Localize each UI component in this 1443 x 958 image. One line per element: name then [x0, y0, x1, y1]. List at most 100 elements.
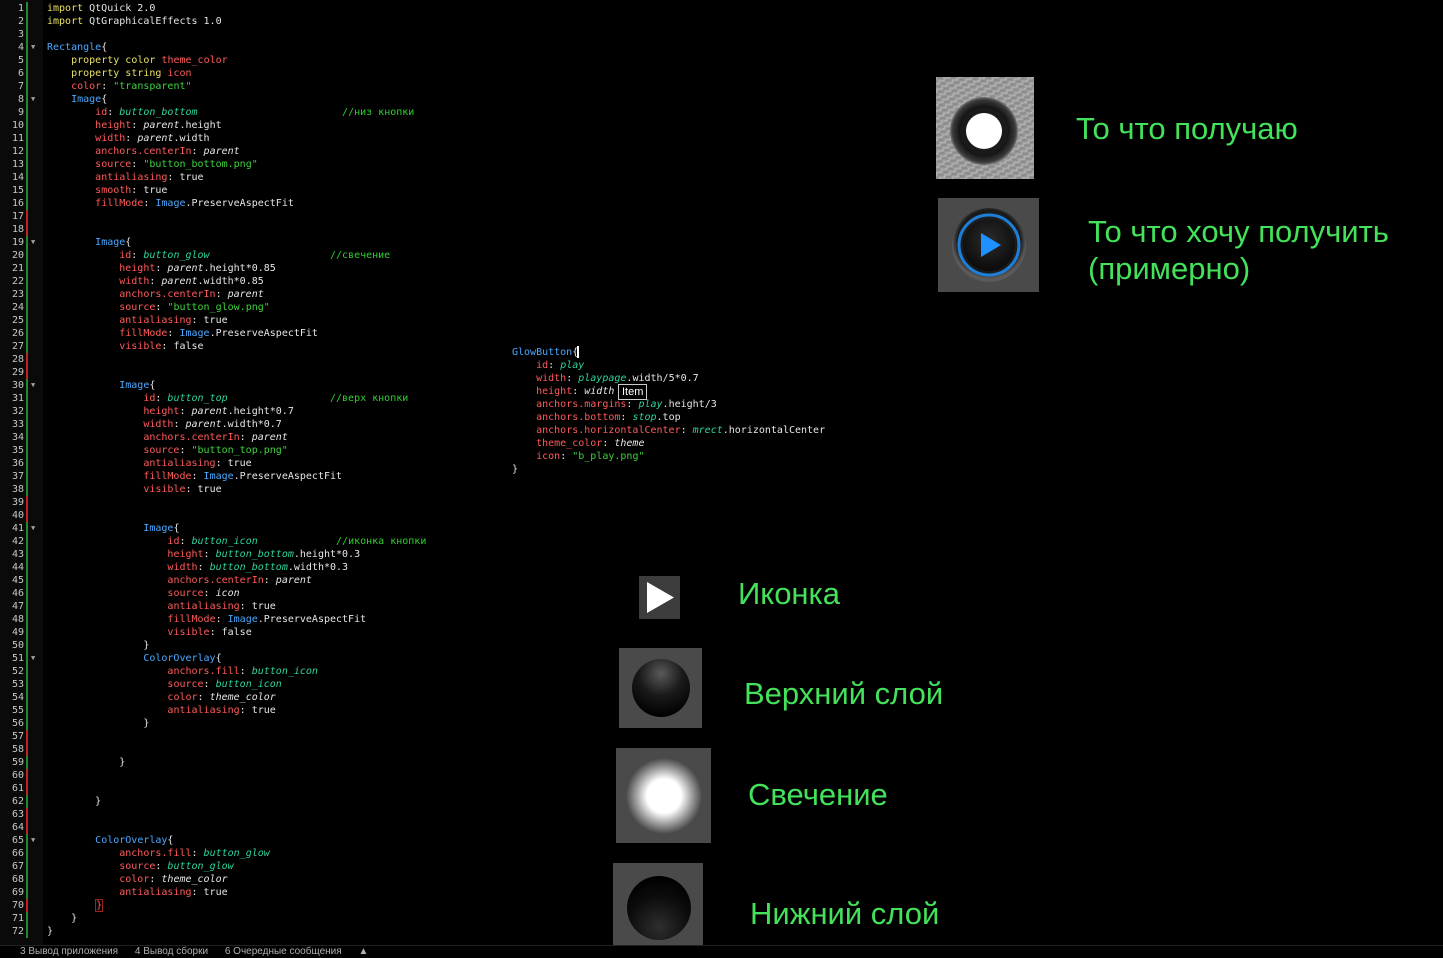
line-number: 68 — [11, 874, 24, 885]
change-marker — [26, 405, 28, 418]
line-number: 5 — [17, 55, 24, 66]
line-number: 26 — [11, 328, 24, 339]
text-cursor — [577, 346, 579, 358]
change-marker — [26, 379, 28, 392]
tab-build-output[interactable]: 4 Вывод сборки — [135, 946, 208, 957]
output-panes-bar: 3 Вывод приложения 4 Вывод сборки 6 Очер… — [0, 945, 1443, 958]
fold-arrow-icon[interactable]: ▼ — [31, 379, 35, 392]
line-number: 7 — [17, 81, 24, 92]
line-number: 52 — [11, 666, 24, 677]
line-number: 55 — [11, 705, 24, 716]
line-number: 53 — [11, 679, 24, 690]
line-number: 67 — [11, 861, 24, 872]
line-number: 17 — [11, 211, 24, 222]
change-marker — [26, 821, 28, 834]
line-number-gutter: 1 2 3 4 ▼ 5 6 7 8 ▼ 9 10 11 12 13 14 15 16 17 18 19 ▼ 20 21 22 23… — [0, 0, 43, 945]
line-number: 65 — [11, 835, 24, 846]
line-number: 28 — [11, 354, 24, 365]
change-marker — [26, 587, 28, 600]
change-marker — [26, 392, 28, 405]
change-marker — [26, 483, 28, 496]
line-number: 61 — [11, 783, 24, 794]
line-number: 35 — [11, 445, 24, 456]
line-number: 13 — [11, 159, 24, 170]
glow-layer-preview — [616, 748, 711, 843]
line-number: 37 — [11, 471, 24, 482]
line-number: 59 — [11, 757, 24, 768]
fold-arrow-icon[interactable]: ▼ — [31, 93, 35, 106]
change-marker — [26, 236, 28, 249]
label-what-i-want-1: То что хочу получить — [1088, 214, 1389, 249]
fold-arrow-icon[interactable]: ▼ — [31, 652, 35, 665]
fold-arrow-icon[interactable]: ▼ — [31, 522, 35, 535]
bottom-layer-preview — [613, 863, 703, 951]
line-number: 60 — [11, 770, 24, 781]
change-marker — [26, 795, 28, 808]
code-snippet-glowbutton[interactable]: GlowButton{ id: play width: playpage.wid… — [512, 346, 825, 476]
line-number: 4 — [17, 42, 24, 53]
line-number: 6 — [17, 68, 24, 79]
line-number: 46 — [11, 588, 24, 599]
change-marker — [26, 899, 28, 912]
change-marker — [26, 639, 28, 652]
line-number: 19 — [11, 237, 24, 248]
change-marker — [26, 652, 28, 665]
change-marker — [26, 93, 28, 106]
change-marker — [26, 626, 28, 639]
change-marker — [26, 301, 28, 314]
line-number: 62 — [11, 796, 24, 807]
change-marker — [26, 41, 28, 54]
change-marker — [26, 548, 28, 561]
label-what-i-want-2: (примерно) — [1088, 251, 1251, 286]
line-number: 69 — [11, 887, 24, 898]
line-number: 56 — [11, 718, 24, 729]
change-marker — [26, 353, 28, 366]
line-number: 3 — [17, 29, 24, 40]
tab-general-messages[interactable]: 6 Очередные сообщения — [225, 946, 342, 957]
line-number: 66 — [11, 848, 24, 859]
fold-arrow-icon[interactable]: ▼ — [31, 236, 35, 249]
line-number: 45 — [11, 575, 24, 586]
change-marker — [26, 145, 28, 158]
change-marker — [26, 262, 28, 275]
change-marker — [26, 106, 28, 119]
fold-arrow-icon[interactable]: ▼ — [31, 41, 35, 54]
chevron-up-icon[interactable]: ▲ — [358, 946, 368, 957]
change-marker — [26, 522, 28, 535]
label-what-i-get: То что получаю — [1076, 111, 1298, 146]
change-marker — [26, 743, 28, 756]
change-marker — [26, 925, 28, 938]
label-bottom-layer: Нижний слой — [750, 896, 940, 931]
change-marker — [26, 600, 28, 613]
tooltip: Item — [618, 384, 648, 400]
change-marker — [26, 288, 28, 301]
line-number: 48 — [11, 614, 24, 625]
line-number: 30 — [11, 380, 24, 391]
fold-arrow-icon[interactable]: ▼ — [31, 834, 35, 847]
line-number: 72 — [11, 926, 24, 937]
line-number: 11 — [11, 133, 24, 144]
tab-app-output[interactable]: 3 Вывод приложения — [20, 946, 118, 957]
change-marker — [26, 457, 28, 470]
change-marker — [26, 80, 28, 93]
line-number: 24 — [11, 302, 24, 313]
line-number: 51 — [11, 653, 24, 664]
line-number: 40 — [11, 510, 24, 521]
change-marker — [26, 665, 28, 678]
line-number: 16 — [11, 198, 24, 209]
change-marker — [26, 418, 28, 431]
change-marker — [26, 15, 28, 28]
change-marker — [26, 769, 28, 782]
line-number: 44 — [11, 562, 24, 573]
change-marker — [26, 561, 28, 574]
change-marker — [26, 340, 28, 353]
line-number: 49 — [11, 627, 24, 638]
change-marker — [26, 54, 28, 67]
line-number: 8 — [17, 94, 24, 105]
code-editor-left[interactable]: import QtQuick 2.0 import QtGraphicalEff… — [47, 2, 426, 938]
line-number: 33 — [11, 419, 24, 430]
line-number: 25 — [11, 315, 24, 326]
line-number: 54 — [11, 692, 24, 703]
change-marker — [26, 431, 28, 444]
change-marker — [26, 535, 28, 548]
